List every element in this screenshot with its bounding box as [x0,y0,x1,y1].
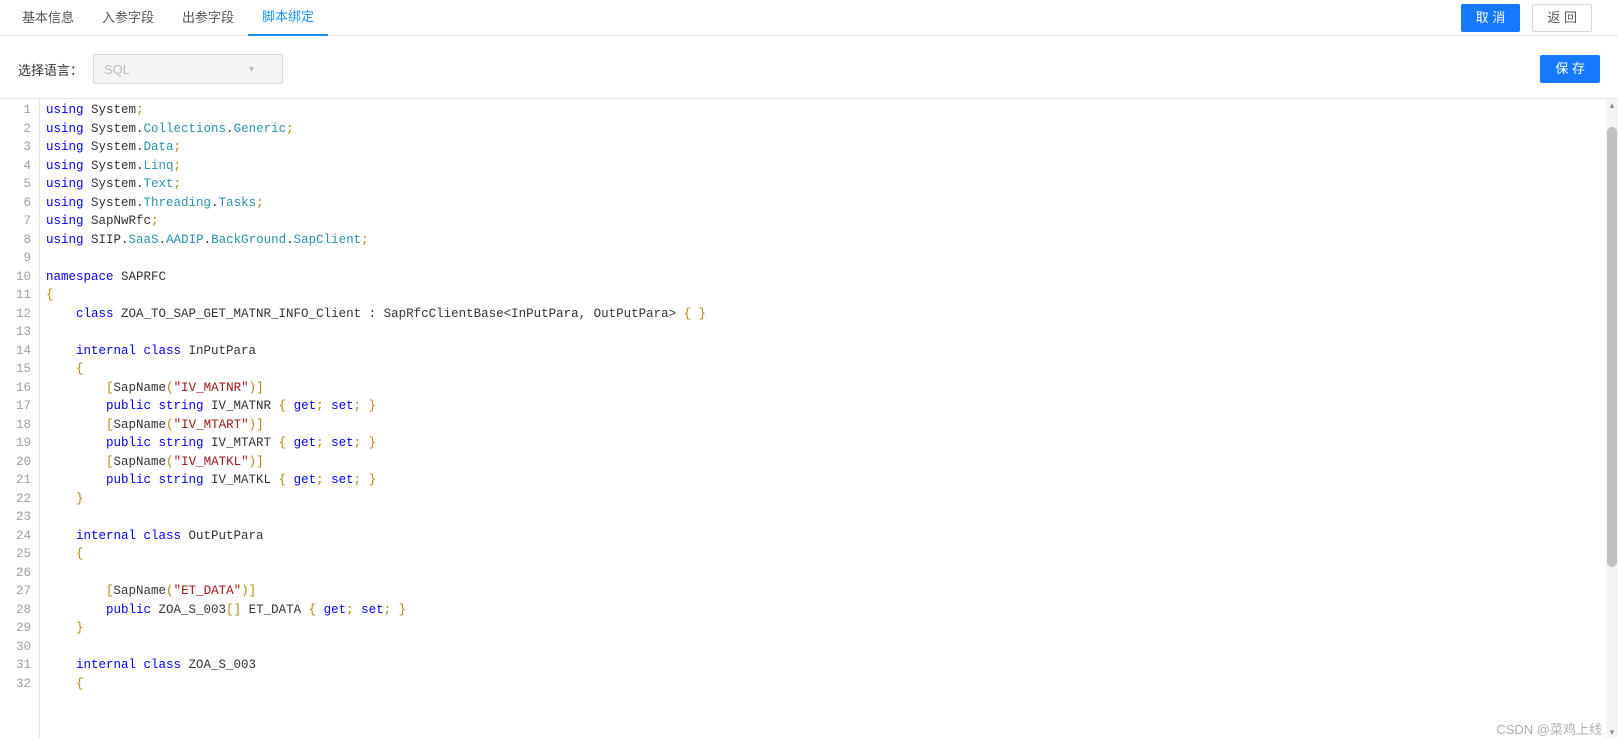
line-number: 10 [0,268,31,287]
watermark: CSDN @菜鸡上线 [1496,719,1602,738]
line-number: 28 [0,601,31,620]
scroll-down-icon[interactable]: ▾ [1606,726,1618,738]
chevron-down-icon: ▾ [249,64,254,75]
line-number: 17 [0,397,31,416]
tab-basic-info[interactable]: 基本信息 [8,1,88,35]
code-editor[interactable]: 1234567891011121314151617181920212223242… [0,98,1618,738]
line-number: 20 [0,453,31,472]
line-number: 9 [0,249,31,268]
scrollbar-track[interactable]: ▴ ▾ [1606,99,1618,738]
line-number: 32 [0,675,31,694]
code-line[interactable]: [SapName("IV_MATKL")] [46,453,1618,472]
back-button[interactable]: 返 回 [1532,4,1592,32]
code-line[interactable]: using SIIP.SaaS.AADIP.BackGround.SapClie… [46,231,1618,250]
code-line[interactable]: using SapNwRfc; [46,212,1618,231]
code-line[interactable]: using System.Threading.Tasks; [46,194,1618,213]
toolbar-right: 保 存 [1540,55,1600,83]
save-button[interactable]: 保 存 [1540,55,1600,83]
line-number: 22 [0,490,31,509]
line-number: 12 [0,305,31,324]
line-number: 3 [0,138,31,157]
line-number: 18 [0,416,31,435]
line-number: 25 [0,545,31,564]
code-line[interactable]: { [46,360,1618,379]
cancel-button[interactable]: 取 消 [1461,4,1521,32]
scrollbar-thumb[interactable] [1607,127,1617,567]
code-line[interactable]: using System; [46,101,1618,120]
line-number: 23 [0,508,31,527]
code-line[interactable] [46,323,1618,342]
line-number: 8 [0,231,31,250]
line-number: 1 [0,101,31,120]
header-actions: 取 消 返 回 [1461,4,1610,32]
line-number: 19 [0,434,31,453]
code-line[interactable]: class ZOA_TO_SAP_GET_MATNR_INFO_Client :… [46,305,1618,324]
code-line[interactable]: } [46,619,1618,638]
code-line[interactable]: } [46,490,1618,509]
line-number: 31 [0,656,31,675]
code-line[interactable]: { [46,675,1618,694]
line-number: 6 [0,194,31,213]
code-line[interactable] [46,638,1618,657]
code-line[interactable] [46,249,1618,268]
line-number: 15 [0,360,31,379]
code-line[interactable]: { [46,286,1618,305]
line-number: 27 [0,582,31,601]
line-number: 2 [0,120,31,139]
code-line[interactable]: using System.Linq; [46,157,1618,176]
code-line[interactable]: public string IV_MATNR { get; set; } [46,397,1618,416]
code-line[interactable]: using System.Collections.Generic; [46,120,1618,139]
code-area[interactable]: using System;using System.Collections.Ge… [40,99,1618,738]
line-number: 4 [0,157,31,176]
line-number: 7 [0,212,31,231]
code-line[interactable]: using System.Data; [46,138,1618,157]
toolbar: 选择语言： SQL ▾ 保 存 [0,36,1618,98]
line-number: 24 [0,527,31,546]
line-number: 5 [0,175,31,194]
code-line[interactable]: internal class ZOA_S_003 [46,656,1618,675]
line-number: 30 [0,638,31,657]
tab-input-fields[interactable]: 入参字段 [88,1,168,35]
code-line[interactable]: using System.Text; [46,175,1618,194]
tabs-bar: 基本信息 入参字段 出参字段 脚本绑定 取 消 返 回 [0,0,1618,36]
code-line[interactable]: public ZOA_S_003[] ET_DATA { get; set; } [46,601,1618,620]
line-number: 26 [0,564,31,583]
code-line[interactable] [46,508,1618,527]
line-number: 13 [0,323,31,342]
line-gutter: 1234567891011121314151617181920212223242… [0,99,40,738]
code-line[interactable] [46,564,1618,583]
line-number: 29 [0,619,31,638]
code-line[interactable]: internal class OutPutPara [46,527,1618,546]
line-number: 11 [0,286,31,305]
line-number: 16 [0,379,31,398]
scroll-up-icon[interactable]: ▴ [1606,99,1618,111]
code-line[interactable]: [SapName("ET_DATA")] [46,582,1618,601]
language-select-value: SQL [104,62,130,77]
line-number: 21 [0,471,31,490]
code-line[interactable]: internal class InPutPara [46,342,1618,361]
language-select[interactable]: SQL ▾ [93,54,283,84]
code-line[interactable]: { [46,545,1618,564]
code-line[interactable]: public string IV_MTART { get; set; } [46,434,1618,453]
tab-output-fields[interactable]: 出参字段 [168,1,248,35]
line-number: 14 [0,342,31,361]
code-line[interactable]: public string IV_MATKL { get; set; } [46,471,1618,490]
tab-script-binding[interactable]: 脚本绑定 [248,0,328,36]
code-line[interactable]: namespace SAPRFC [46,268,1618,287]
code-line[interactable]: [SapName("IV_MTART")] [46,416,1618,435]
language-label: 选择语言： [18,60,83,79]
code-line[interactable]: [SapName("IV_MATNR")] [46,379,1618,398]
